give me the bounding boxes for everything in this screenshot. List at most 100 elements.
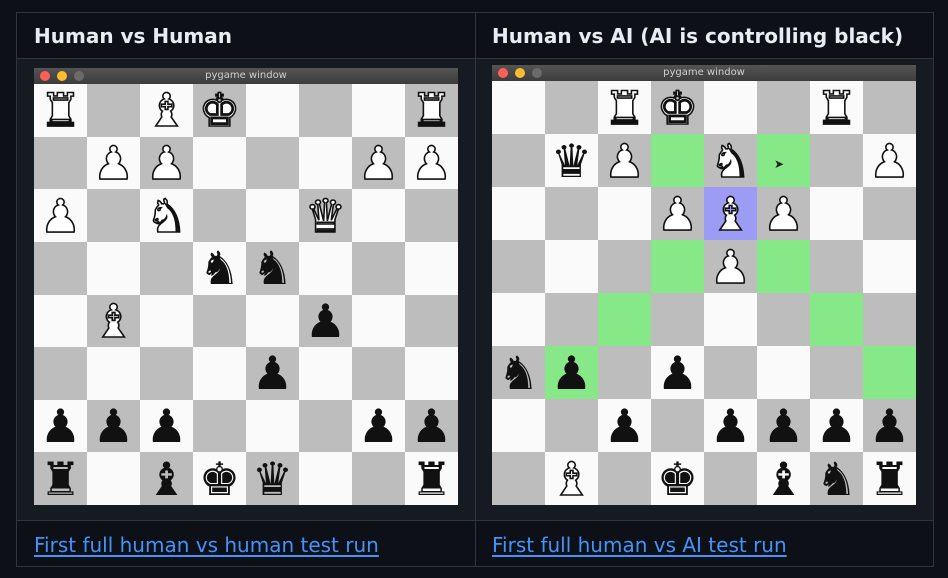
black-pawn-icon[interactable]: ♟ bbox=[299, 295, 352, 348]
board-square[interactable] bbox=[863, 81, 916, 134]
board-square[interactable] bbox=[246, 399, 299, 453]
white-pawn-icon[interactable]: ♟ bbox=[598, 134, 651, 187]
board-square[interactable]: ♝ bbox=[140, 84, 193, 137]
black-knight-icon[interactable]: ♞ bbox=[810, 452, 863, 505]
black-queen-icon[interactable]: ♛ bbox=[246, 452, 299, 505]
board-square[interactable]: ♞ bbox=[140, 189, 193, 242]
board-square[interactable] bbox=[352, 241, 405, 295]
black-bishop-icon[interactable]: ♝ bbox=[140, 452, 193, 505]
white-bishop-icon[interactable]: ♝ bbox=[87, 295, 140, 348]
white-rook-icon[interactable]: ♜ bbox=[405, 84, 458, 137]
black-king-icon[interactable]: ♚ bbox=[651, 452, 704, 505]
board-square[interactable]: ♟ bbox=[863, 399, 916, 452]
board-square[interactable]: ♛ bbox=[545, 134, 598, 187]
human-vs-human-test-run-link[interactable]: First full human vs human test run bbox=[34, 532, 379, 558]
white-knight-icon[interactable]: ♞ bbox=[140, 189, 193, 242]
board-square[interactable]: ♛ bbox=[299, 189, 352, 242]
board-square[interactable] bbox=[193, 189, 246, 242]
board-square[interactable] bbox=[34, 241, 87, 295]
board-square[interactable] bbox=[757, 240, 810, 293]
board-square[interactable] bbox=[492, 81, 545, 134]
board-square[interactable] bbox=[492, 240, 545, 293]
board-square[interactable] bbox=[863, 240, 916, 293]
board-square[interactable]: ♝ bbox=[704, 187, 757, 240]
board-square[interactable] bbox=[704, 293, 757, 346]
board-square[interactable]: ♞ bbox=[810, 452, 863, 505]
board-square[interactable] bbox=[405, 241, 458, 295]
board-square[interactable] bbox=[810, 346, 863, 399]
board-square[interactable]: ♟ bbox=[405, 399, 458, 453]
board-square[interactable]: ♟ bbox=[299, 294, 352, 348]
black-pawn-icon[interactable]: ♟ bbox=[34, 400, 87, 453]
board-square[interactable] bbox=[651, 240, 704, 293]
chess-board-human-vs-ai[interactable]: ♜ ♚ ♜ ♛ ♟ ♞ ♟ ♟ ♝ ♟ ♟ ♞ ♟ ♟ ♟ ♟ ♟ ♟ ♟ ♝ ♚ ♝ ♞ ♜ bbox=[492, 81, 916, 505]
board-square[interactable]: ♞ bbox=[246, 241, 299, 295]
white-rook-icon[interactable]: ♜ bbox=[34, 84, 87, 137]
board-square[interactable] bbox=[545, 399, 598, 452]
board-square[interactable]: ♞ bbox=[193, 241, 246, 295]
board-square[interactable] bbox=[863, 293, 916, 346]
board-square[interactable]: ♜ bbox=[598, 81, 651, 134]
board-square[interactable]: ♟ bbox=[246, 347, 299, 400]
board-square[interactable]: ♟ bbox=[34, 399, 87, 453]
board-square[interactable] bbox=[140, 347, 193, 400]
board-square[interactable]: ♟ bbox=[140, 136, 193, 190]
board-square[interactable]: ♟ bbox=[140, 399, 193, 453]
board-square[interactable] bbox=[352, 347, 405, 400]
board-square[interactable] bbox=[810, 240, 863, 293]
board-square[interactable] bbox=[651, 293, 704, 346]
white-bishop-icon[interactable]: ♝ bbox=[545, 452, 598, 505]
board-square[interactable] bbox=[299, 241, 352, 295]
board-square[interactable]: ♝ bbox=[87, 294, 140, 348]
board-square[interactable]: ♟ bbox=[87, 136, 140, 190]
board-square[interactable]: ♚ bbox=[193, 452, 246, 505]
white-pawn-icon[interactable]: ♟ bbox=[651, 187, 704, 240]
white-rook-icon[interactable]: ♜ bbox=[598, 81, 651, 134]
black-knight-icon[interactable]: ♞ bbox=[193, 242, 246, 295]
board-square[interactable] bbox=[405, 189, 458, 242]
board-square[interactable] bbox=[598, 346, 651, 399]
board-square[interactable] bbox=[87, 241, 140, 295]
board-square[interactable]: ♚ bbox=[651, 452, 704, 505]
board-square[interactable] bbox=[545, 81, 598, 134]
board-square[interactable] bbox=[598, 187, 651, 240]
board-square[interactable] bbox=[651, 134, 704, 187]
black-pawn-icon[interactable]: ♟ bbox=[405, 400, 458, 453]
board-square[interactable]: ♞ bbox=[492, 346, 545, 399]
board-square[interactable] bbox=[405, 294, 458, 348]
white-king-icon[interactable]: ♚ bbox=[651, 81, 704, 134]
board-square[interactable]: ♚ bbox=[193, 84, 246, 137]
board-square[interactable] bbox=[405, 347, 458, 400]
board-square[interactable] bbox=[87, 84, 140, 137]
board-square[interactable] bbox=[299, 347, 352, 400]
black-rook-icon[interactable]: ♜ bbox=[34, 452, 87, 505]
board-square[interactable] bbox=[299, 84, 352, 137]
board-square[interactable] bbox=[193, 399, 246, 453]
board-square[interactable]: ♝ bbox=[757, 452, 810, 505]
black-rook-icon[interactable]: ♜ bbox=[863, 452, 916, 505]
board-square[interactable]: ♟ bbox=[87, 399, 140, 453]
board-square[interactable]: ♜ bbox=[405, 84, 458, 137]
board-square[interactable] bbox=[492, 399, 545, 452]
black-queen-icon[interactable]: ♛ bbox=[545, 134, 598, 187]
black-pawn-icon[interactable]: ♟ bbox=[651, 346, 704, 399]
board-square[interactable]: ♟ bbox=[352, 136, 405, 190]
white-pawn-icon[interactable]: ♟ bbox=[757, 187, 810, 240]
board-square[interactable]: ♜ bbox=[810, 81, 863, 134]
human-vs-ai-test-run-link[interactable]: First full human vs AI test run bbox=[492, 532, 787, 558]
black-pawn-icon[interactable]: ♟ bbox=[246, 347, 299, 400]
board-square[interactable] bbox=[492, 293, 545, 346]
black-pawn-icon[interactable]: ♟ bbox=[810, 399, 863, 452]
black-bishop-icon[interactable]: ♝ bbox=[757, 452, 810, 505]
black-king-icon[interactable]: ♚ bbox=[193, 452, 246, 505]
board-square[interactable] bbox=[34, 294, 87, 348]
white-pawn-icon[interactable]: ♟ bbox=[34, 189, 87, 242]
white-bishop-icon[interactable]: ♝ bbox=[140, 84, 193, 137]
board-square[interactable]: ♟ bbox=[704, 399, 757, 452]
board-square[interactable]: ♟ bbox=[651, 346, 704, 399]
board-square[interactable] bbox=[863, 346, 916, 399]
board-square[interactable] bbox=[352, 189, 405, 242]
board-square[interactable] bbox=[810, 293, 863, 346]
board-square[interactable] bbox=[704, 452, 757, 505]
white-pawn-icon[interactable]: ♟ bbox=[863, 134, 916, 187]
